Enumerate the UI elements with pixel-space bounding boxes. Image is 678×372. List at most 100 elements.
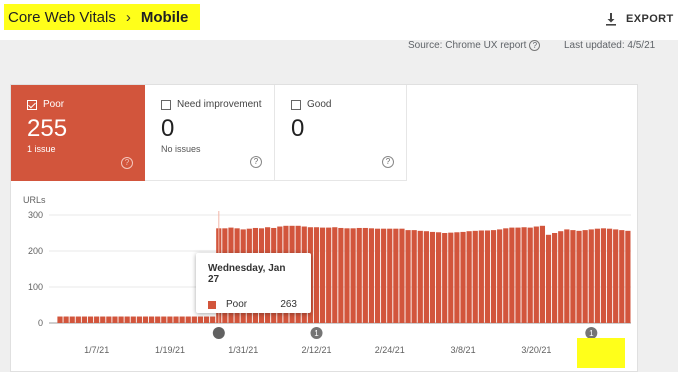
bar bbox=[203, 316, 210, 323]
x-tick-label: 2/24/21 bbox=[375, 345, 405, 355]
tab-good[interactable]: Good 0 ? bbox=[275, 85, 407, 181]
header-bar: Core Web Vitals › Mobile EXPORT bbox=[0, 0, 678, 40]
source-label: Source: Chrome UX report bbox=[408, 40, 527, 52]
bar bbox=[344, 228, 350, 323]
checkbox-icon[interactable] bbox=[291, 99, 301, 110]
help-icon[interactable]: ? bbox=[121, 157, 133, 169]
chart-tooltip: Wednesday, Jan 27 Poor 263 bbox=[196, 253, 311, 313]
bar bbox=[478, 230, 484, 323]
bar bbox=[594, 228, 600, 323]
x-tick-label: 3/8/21 bbox=[451, 345, 476, 355]
x-tick-label: 3/20/21 bbox=[521, 345, 551, 355]
bar bbox=[136, 316, 142, 323]
bar bbox=[332, 227, 338, 323]
date-highlight bbox=[577, 338, 625, 368]
bar bbox=[326, 227, 332, 323]
bar bbox=[112, 316, 118, 323]
y-tick-label: 200 bbox=[28, 246, 43, 256]
y-tick-label: 100 bbox=[28, 282, 43, 292]
bar bbox=[503, 228, 509, 323]
bar bbox=[356, 227, 362, 323]
report-meta: Source: Chrome UX report? Last updated: … bbox=[0, 38, 670, 52]
bar bbox=[417, 230, 423, 323]
bar bbox=[362, 227, 368, 323]
page: Core Web Vitals › Mobile EXPORT Source: … bbox=[0, 0, 678, 372]
checkbox-checked-icon[interactable] bbox=[27, 99, 37, 110]
checkbox-icon[interactable] bbox=[161, 99, 171, 110]
export-button[interactable]: EXPORT bbox=[604, 6, 674, 32]
bar bbox=[564, 229, 570, 323]
bar bbox=[350, 228, 356, 323]
tab-poor-sub: 1 issue bbox=[27, 144, 56, 154]
breadcrumb-core-web-vitals[interactable]: Core Web Vitals bbox=[8, 9, 116, 26]
bar bbox=[576, 230, 582, 323]
bar bbox=[472, 230, 478, 323]
help-icon[interactable]: ? bbox=[529, 40, 541, 51]
bar bbox=[387, 228, 393, 323]
bar bbox=[63, 316, 69, 323]
bar bbox=[179, 316, 185, 323]
tab-good-label: Good bbox=[307, 99, 332, 110]
y-tick-label: 0 bbox=[38, 318, 43, 328]
bar bbox=[600, 228, 607, 323]
bar bbox=[435, 232, 442, 323]
bar bbox=[442, 233, 448, 323]
bar bbox=[148, 316, 155, 323]
bar bbox=[155, 316, 161, 323]
tab-need-improvement[interactable]: Need improvement 0 No issues ? bbox=[145, 85, 275, 181]
bar bbox=[81, 316, 88, 323]
bar bbox=[533, 226, 539, 323]
bar bbox=[613, 229, 619, 323]
x-tick-label: 2/12/21 bbox=[302, 345, 332, 355]
bar bbox=[118, 316, 124, 323]
x-tick-label: 1/7/21 bbox=[84, 345, 109, 355]
bar bbox=[399, 228, 405, 323]
bar bbox=[57, 316, 63, 323]
bar bbox=[173, 316, 179, 323]
bar bbox=[94, 316, 100, 323]
bar bbox=[625, 230, 631, 323]
bar bbox=[106, 316, 112, 323]
bar bbox=[161, 316, 167, 323]
help-icon[interactable]: ? bbox=[382, 156, 394, 168]
help-icon[interactable]: ? bbox=[250, 156, 262, 168]
bar bbox=[570, 230, 576, 323]
tab-ni-label: Need improvement bbox=[177, 99, 262, 110]
bar bbox=[167, 316, 173, 323]
tooltip-date: Wednesday, Jan 27 bbox=[208, 263, 286, 285]
tab-good-value: 0 bbox=[291, 115, 305, 142]
bar bbox=[545, 234, 552, 323]
tab-ni-sub: No issues bbox=[161, 144, 201, 154]
y-axis-label: URLs bbox=[23, 195, 46, 205]
tooltip-swatch bbox=[208, 300, 216, 309]
tooltip-series: Poor bbox=[226, 299, 248, 310]
bar bbox=[368, 228, 375, 323]
tab-poor-label: Poor bbox=[43, 99, 65, 110]
bar bbox=[588, 229, 594, 323]
bar bbox=[454, 232, 460, 323]
breadcrumb: Core Web Vitals › Mobile bbox=[4, 4, 201, 30]
tab-poor[interactable]: Poor 255 1 issue ? bbox=[11, 85, 145, 181]
bar bbox=[319, 227, 326, 323]
bar bbox=[191, 316, 197, 323]
urls-bar-chart[interactable]: URLs 0 100 200 300 1 1 1/7/21 1/19/21 1/31/21 2/12… bbox=[11, 181, 639, 371]
tab-ni-value: 0 bbox=[161, 115, 175, 142]
bar bbox=[558, 231, 564, 323]
bar bbox=[87, 316, 94, 323]
export-label: EXPORT bbox=[626, 13, 674, 25]
bar bbox=[527, 227, 533, 323]
status-card: Poor 255 1 issue ? Need improvement 0 No… bbox=[10, 84, 638, 372]
annotation-marker-label: 1 bbox=[589, 329, 594, 338]
bar bbox=[466, 231, 472, 323]
breadcrumb-separator: › bbox=[125, 8, 131, 26]
bar bbox=[490, 230, 497, 323]
x-tick-label: 1/19/21 bbox=[155, 345, 185, 355]
bar bbox=[423, 231, 429, 323]
y-tick-label: 300 bbox=[28, 210, 43, 220]
bar bbox=[405, 230, 411, 323]
bar bbox=[539, 225, 546, 323]
bar bbox=[606, 228, 613, 323]
bar bbox=[411, 230, 417, 323]
bar bbox=[552, 233, 558, 323]
bar bbox=[124, 316, 130, 323]
